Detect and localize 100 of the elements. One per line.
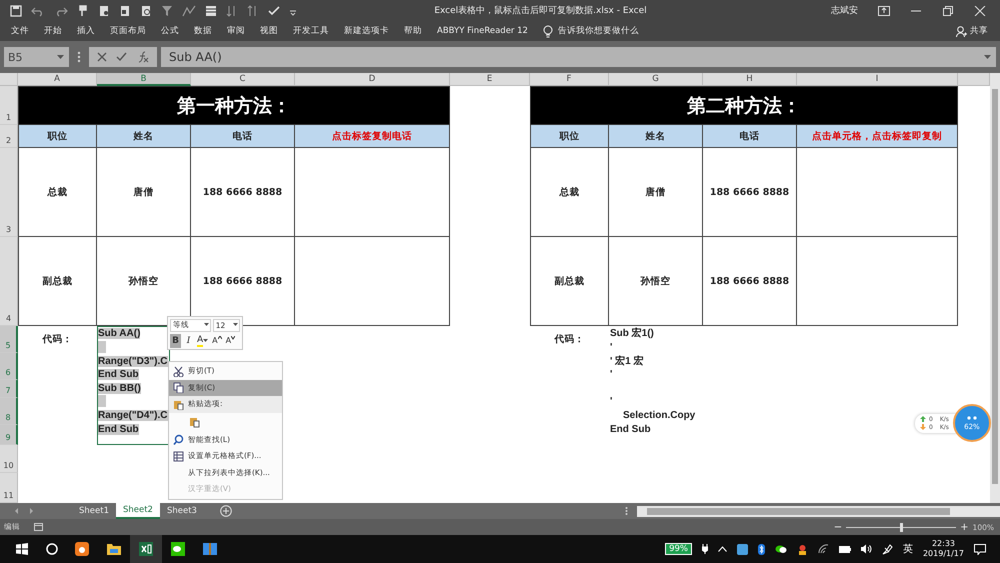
row-header[interactable]: 3 (0, 148, 18, 238)
font-color-button[interactable]: A (196, 334, 210, 348)
column-header[interactable]: E (450, 73, 530, 86)
ribbon-tab[interactable]: 开始 (44, 25, 62, 38)
ribbon-tab[interactable]: 帮助 (404, 25, 422, 38)
scrollbar-thumb[interactable] (646, 508, 950, 515)
caret-icon[interactable] (57, 54, 64, 60)
shrink-font-button[interactable]: A (224, 334, 236, 348)
share-button[interactable]: 共享 (956, 25, 988, 38)
row-header[interactable]: 7 (0, 380, 18, 398)
caret-icon[interactable] (233, 323, 238, 328)
column-header[interactable]: C (191, 73, 295, 86)
app-icon[interactable] (736, 544, 748, 554)
cancel-icon[interactable] (96, 52, 107, 62)
maximize-icon[interactable] (942, 6, 954, 16)
clock[interactable]: 22:33 2019/1/17 (922, 539, 964, 559)
zoom-out-button[interactable]: − (834, 522, 842, 533)
column-header[interactable]: D (295, 73, 450, 86)
chat-icon[interactable] (774, 544, 787, 554)
save-icon[interactable] (10, 4, 22, 17)
ribbon-tab[interactable]: 开发工具 (293, 25, 329, 38)
pen-icon[interactable] (882, 544, 893, 554)
add-sheet-icon[interactable] (220, 505, 232, 518)
document-icon[interactable] (119, 4, 131, 17)
ribbon-tab[interactable]: 审阅 (227, 25, 245, 38)
wifi-icon[interactable] (818, 544, 829, 554)
caret-icon[interactable] (984, 54, 991, 60)
caret-icon[interactable] (204, 323, 209, 328)
column-heading: 姓名 (609, 125, 703, 148)
row-header[interactable]: 8 (0, 398, 18, 426)
close-icon[interactable] (974, 6, 986, 16)
ribbon-display-icon[interactable] (878, 6, 890, 16)
undo-icon[interactable] (31, 4, 45, 17)
column-header[interactable]: G (609, 73, 703, 86)
row-header[interactable]: 11 (0, 473, 18, 504)
row-header[interactable]: 6 (0, 353, 18, 380)
ribbon-tab[interactable]: 公式 (161, 25, 179, 38)
caret-icon[interactable] (203, 338, 208, 343)
brush-icon[interactable] (77, 4, 89, 17)
filter-icon[interactable] (161, 4, 173, 17)
italic-button[interactable]: I (183, 334, 194, 348)
zoom-slider-thumb[interactable] (900, 522, 904, 532)
check-icon[interactable] (268, 4, 280, 17)
plug-icon[interactable] (702, 544, 708, 554)
row-header[interactable]: 10 (0, 445, 18, 474)
zoom-in-button[interactable]: + (960, 522, 969, 533)
vertical-scrollbar[interactable] (990, 73, 1000, 504)
horizontal-scrollbar[interactable] (636, 506, 1000, 517)
document-icon[interactable] (98, 4, 110, 17)
ribbon-tab[interactable]: ABBYY FineReader 12 (437, 26, 528, 36)
ribbon-tab[interactable]: 新建选项卡 (344, 25, 389, 38)
column-header[interactable]: F (530, 73, 609, 86)
ribbon-tab[interactable]: 数据 (194, 25, 212, 38)
document-icon[interactable] (140, 4, 152, 17)
bluetooth-icon[interactable] (758, 544, 765, 554)
scrollbar-thumb[interactable] (992, 89, 998, 484)
redo-icon[interactable] (54, 4, 68, 17)
windows-logo-icon[interactable] (16, 543, 28, 555)
bold-button[interactable]: B (170, 334, 181, 348)
row-header[interactable]: 2 (0, 125, 18, 148)
search-circle-icon[interactable] (46, 543, 58, 555)
user-name[interactable]: 志斌安 (831, 4, 858, 18)
spreadsheet-icon[interactable] (130, 535, 162, 563)
row-header[interactable]: 9 (0, 425, 18, 446)
search-hint[interactable]: 告诉我你想要做什么 (558, 25, 639, 38)
column-heading: 职位 (530, 125, 609, 148)
sheet-tab[interactable]: Sheet2 (116, 503, 160, 520)
row-header[interactable]: 4 (0, 237, 18, 326)
input-method[interactable]: 英 (902, 542, 913, 556)
name-box[interactable]: B5 (4, 47, 69, 68)
column-header[interactable]: I (797, 73, 958, 86)
macro-record-icon[interactable] (34, 523, 43, 532)
sheet-tab[interactable]: Sheet3 (160, 503, 204, 520)
table-cell: 总裁 (18, 148, 97, 238)
chart-icon[interactable] (182, 4, 196, 17)
ribbon-tab[interactable]: 插入 (77, 25, 95, 38)
battery-icon[interactable] (838, 546, 851, 552)
enter-icon[interactable] (116, 52, 128, 62)
sheet-tab[interactable]: Sheet1 (72, 503, 116, 520)
row-header[interactable]: 1 (0, 86, 18, 126)
table-icon[interactable] (205, 4, 217, 17)
ribbon-tab[interactable]: 页面布局 (110, 25, 146, 38)
column-header[interactable]: A (18, 73, 97, 86)
ribbon-tab[interactable]: 视图 (260, 25, 278, 38)
lightbulb-icon[interactable] (542, 24, 553, 38)
grow-font-button[interactable]: A (211, 334, 223, 348)
formula-field[interactable]: Sub AA() (161, 47, 996, 68)
more-icon[interactable] (624, 506, 628, 516)
clipboard-icon[interactable] (189, 416, 200, 428)
function-icon[interactable] (137, 51, 150, 64)
cell-editor[interactable]: Sub AA() Range("D3").C End Sub Sub BB() Range("D4").C End Sub (97, 326, 170, 446)
ribbon-tab[interactable]: 文件 (11, 25, 29, 38)
magnifier-icon (173, 434, 184, 446)
speaker-icon[interactable] (860, 544, 872, 554)
up-caret-icon[interactable] (718, 546, 727, 552)
more-icon[interactable] (77, 51, 81, 64)
down-arrow-icon (920, 424, 926, 430)
notification-icon[interactable] (974, 544, 986, 554)
column-header[interactable]: H (703, 73, 797, 86)
person-icon[interactable] (796, 544, 808, 554)
